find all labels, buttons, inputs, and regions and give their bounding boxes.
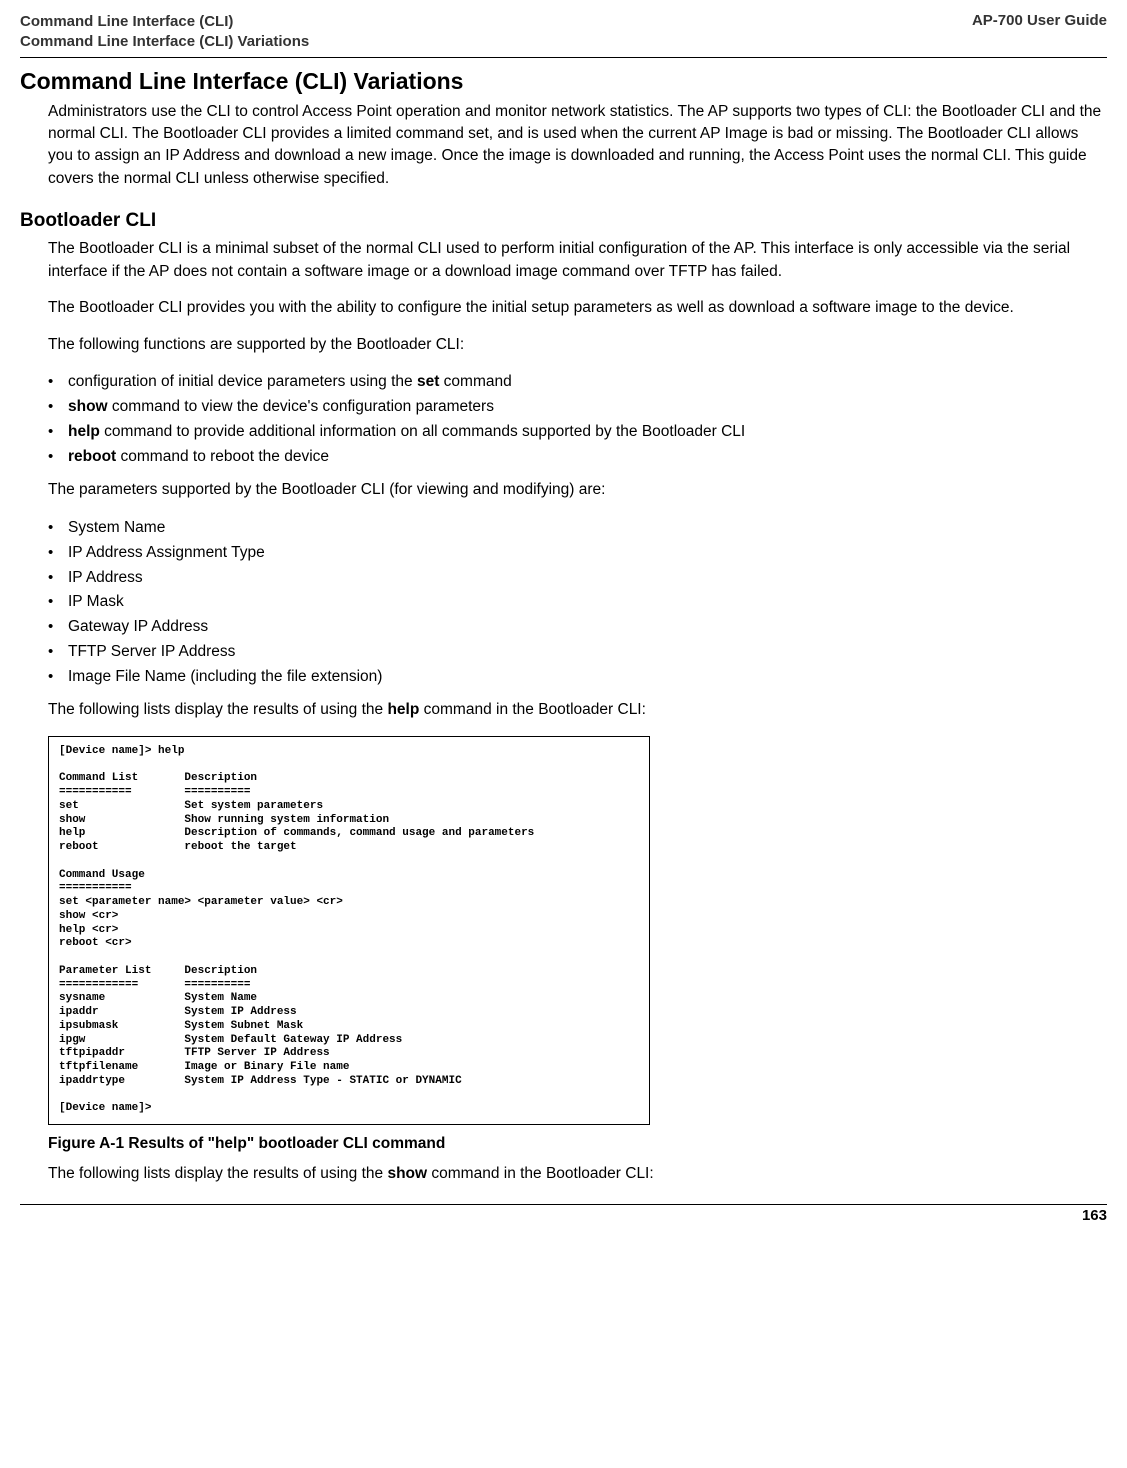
list-item: IP Address xyxy=(48,566,1107,591)
header-rule xyxy=(20,57,1107,58)
list-item: IP Address Assignment Type xyxy=(48,541,1107,566)
list-item: IP Mask xyxy=(48,590,1107,615)
header-right: AP-700 User Guide xyxy=(972,12,1107,53)
header-left-line1: Command Line Interface (CLI) xyxy=(20,12,309,32)
bootloader-p2: The Bootloader CLI provides you with the… xyxy=(48,297,1107,319)
list-item: reboot command to reboot the device xyxy=(48,445,1107,470)
list-item: configuration of initial device paramete… xyxy=(48,370,1107,395)
parameter-list: System Name IP Address Assignment Type I… xyxy=(20,516,1107,690)
bootloader-p3: The following functions are supported by… xyxy=(48,334,1107,356)
footer-rule xyxy=(20,1204,1107,1205)
bootloader-heading: Bootloader CLI xyxy=(20,210,1107,232)
bootloader-p4: The parameters supported by the Bootload… xyxy=(48,479,1107,501)
list-item: System Name xyxy=(48,516,1107,541)
bootloader-p6: The following lists display the results … xyxy=(48,1163,1107,1185)
bootloader-p5: The following lists display the results … xyxy=(48,699,1107,721)
list-item: show command to view the device's config… xyxy=(48,395,1107,420)
header-left-line2: Command Line Interface (CLI) Variations xyxy=(20,32,309,52)
header-left: Command Line Interface (CLI) Command Lin… xyxy=(20,12,309,53)
list-item: TFTP Server IP Address xyxy=(48,640,1107,665)
page-number: 163 xyxy=(20,1207,1107,1224)
list-item: Gateway IP Address xyxy=(48,615,1107,640)
figure-caption: Figure A-1 Results of "help" bootloader … xyxy=(48,1135,1107,1153)
list-item: help command to provide additional infor… xyxy=(48,420,1107,445)
cli-output-box: [Device name]> help Command List Descrip… xyxy=(48,736,650,1125)
page-header: Command Line Interface (CLI) Command Lin… xyxy=(20,12,1107,53)
list-item: Image File Name (including the file exte… xyxy=(48,665,1107,690)
bootloader-p1: The Bootloader CLI is a minimal subset o… xyxy=(48,238,1107,283)
section-intro: Administrators use the CLI to control Ac… xyxy=(48,101,1107,191)
function-list: configuration of initial device paramete… xyxy=(20,370,1107,469)
section-heading: Command Line Interface (CLI) Variations xyxy=(20,68,1107,95)
